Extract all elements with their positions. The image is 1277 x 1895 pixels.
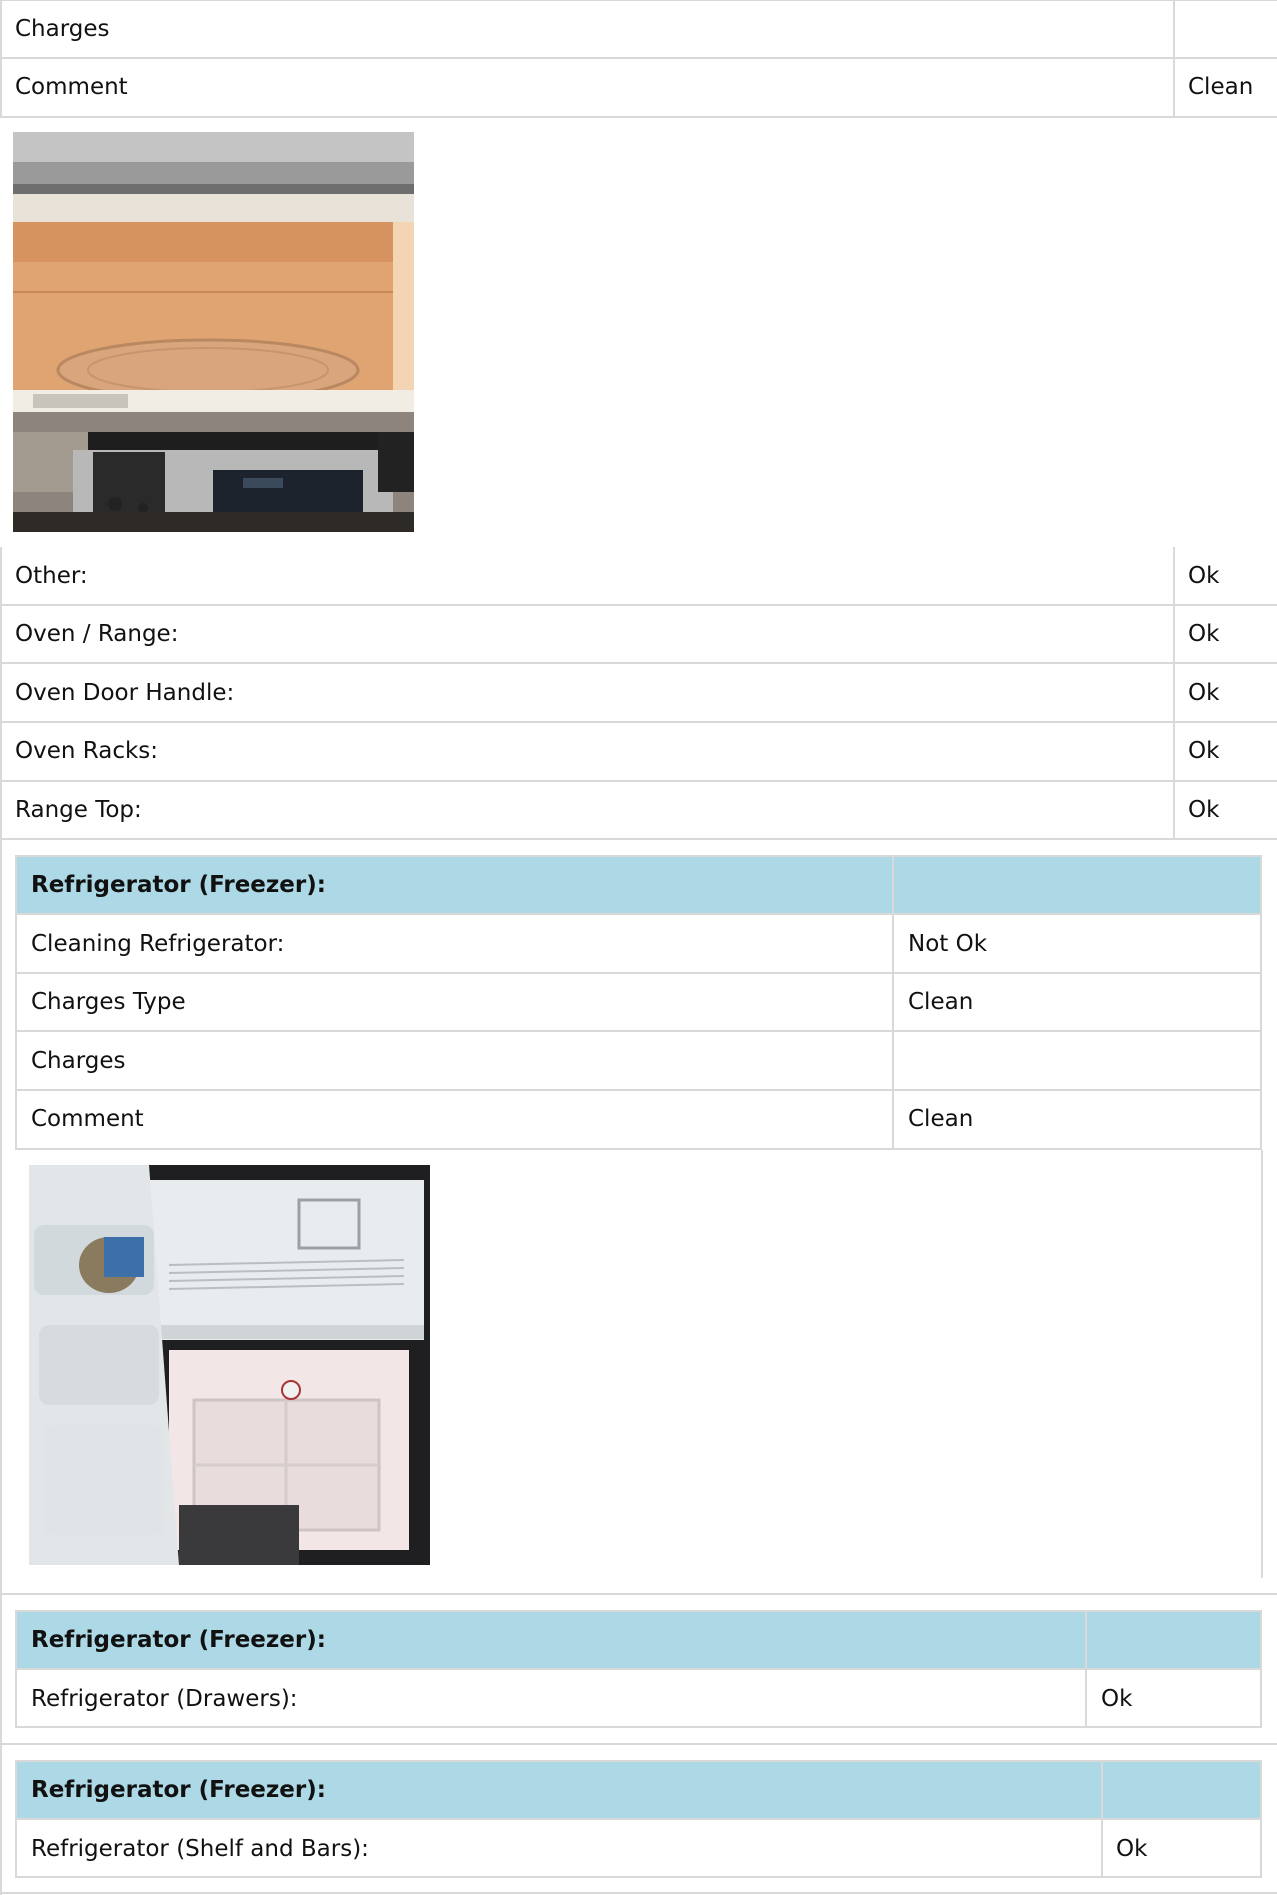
table-row-value: Not Ok bbox=[908, 931, 988, 957]
table-row-label: Refrigerator (Drawers): bbox=[31, 1686, 298, 1712]
table-row-value: Clean bbox=[908, 1106, 974, 1132]
table-row-label: Comment bbox=[31, 1106, 144, 1132]
microwave-photo-graphic bbox=[13, 132, 414, 532]
table-row-value: Ok bbox=[1188, 680, 1220, 706]
table-row-label: Charges Type bbox=[31, 989, 186, 1015]
table-row-label: Other: bbox=[15, 563, 88, 589]
table-row-value: Clean bbox=[908, 989, 974, 1015]
refrigerator-photo bbox=[29, 1165, 430, 1565]
table-row-value: Ok bbox=[1188, 563, 1220, 589]
table-row-value: Ok bbox=[1116, 1836, 1148, 1862]
table-row-value: Clean bbox=[1188, 74, 1254, 100]
table-row-label: Refrigerator (Shelf and Bars): bbox=[31, 1836, 369, 1862]
table-row-label: Oven Racks: bbox=[15, 738, 159, 764]
table-row-label: Charges bbox=[15, 16, 110, 42]
table-row-label: Oven / Range: bbox=[15, 621, 179, 647]
table-row-value: Ok bbox=[1188, 621, 1220, 647]
table-row-label: Oven Door Handle: bbox=[15, 680, 235, 706]
refrigerator-photo-graphic bbox=[29, 1165, 430, 1565]
microwave-photo bbox=[13, 132, 414, 532]
table-row-value: Ok bbox=[1188, 738, 1220, 764]
table-row-value: Ok bbox=[1101, 1686, 1133, 1712]
table-row-label: Charges bbox=[31, 1048, 126, 1074]
section-title: Refrigerator (Freezer): bbox=[31, 1777, 326, 1803]
table-row-label: Cleaning Refrigerator: bbox=[31, 931, 285, 957]
section-title: Refrigerator (Freezer): bbox=[31, 1627, 326, 1653]
table-row-label: Comment bbox=[15, 74, 128, 100]
table-row-value: Ok bbox=[1188, 797, 1220, 823]
section-title: Refrigerator (Freezer): bbox=[31, 872, 326, 898]
table-row-label: Range Top: bbox=[15, 797, 142, 823]
